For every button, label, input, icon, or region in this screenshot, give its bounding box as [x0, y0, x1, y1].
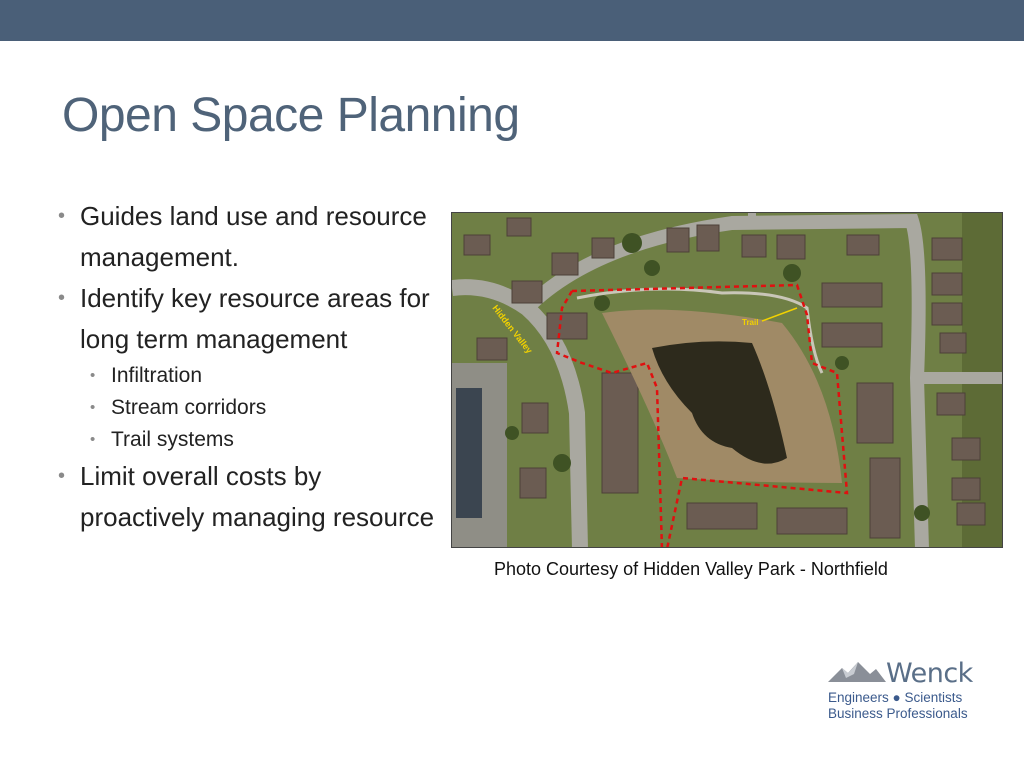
bullet-item: • Limit overall costs by proactively man… [58, 456, 438, 538]
company-logo: Wenck Engineers ● Scientists Business Pr… [826, 658, 976, 724]
photo-caption: Photo Courtesy of Hidden Valley Park - N… [494, 559, 888, 579]
bullet-text: Identify key resource areas for long ter… [80, 283, 430, 354]
slide-title: Open Space Planning [62, 89, 520, 142]
bullet-dot: • [90, 367, 96, 384]
bullet-dot: • [90, 431, 96, 448]
bullet-list: • Guides land use and resource managemen… [58, 196, 438, 538]
sub-bullet-item: • Trail systems [58, 424, 438, 456]
bullet-item: • Guides land use and resource managemen… [58, 196, 438, 278]
bullet-item: • Identify key resource areas for long t… [58, 278, 438, 360]
logo-wordmark: Wenck [886, 658, 973, 689]
bullet-text: Limit overall costs by proactively manag… [80, 461, 435, 532]
sub-bullet-text: Stream corridors [111, 396, 267, 419]
sub-bullet-item: • Stream corridors [58, 392, 438, 424]
sub-bullet-item: • Infiltration [58, 360, 438, 392]
bullet-text: Guides land use and resource management. [80, 201, 427, 272]
bullet-dot: • [90, 399, 96, 416]
mountain-logo-icon [828, 662, 886, 682]
sub-bullet-text: Infiltration [111, 364, 203, 387]
logo-tagline-2: Business Professionals [828, 706, 968, 721]
bullet-dot: • [58, 465, 66, 487]
aerial-photo-illustration: Trail Hidden Valley [452, 213, 1002, 547]
aerial-photo: Trail Hidden Valley [451, 212, 1003, 548]
sub-bullet-text: Trail systems [111, 428, 234, 451]
logo-tagline-1: Engineers ● Scientists [828, 690, 963, 705]
bullet-dot: • [58, 287, 66, 309]
bullet-dot: • [58, 205, 66, 227]
trail-label: Trail [742, 318, 758, 327]
header-band [0, 0, 1024, 41]
